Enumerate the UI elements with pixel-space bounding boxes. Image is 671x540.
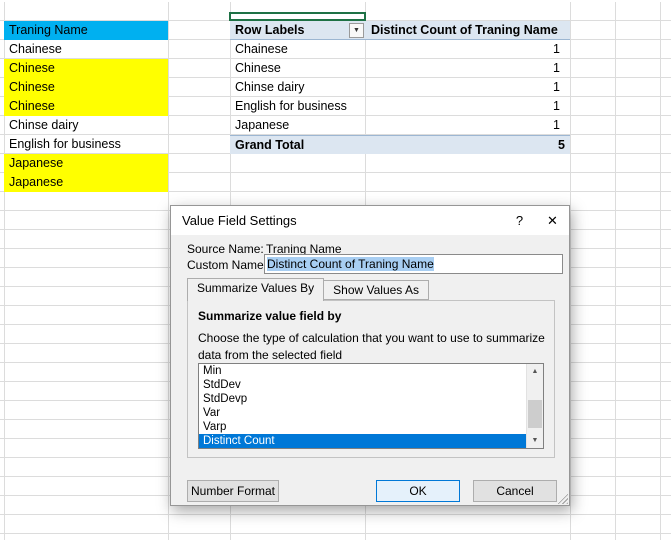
filter-dropdown-button[interactable]: ▼ [349, 23, 364, 38]
pivot-row-label[interactable]: Chinese [230, 59, 365, 78]
source-name-label: Source Name: [187, 242, 264, 256]
pivot-values-header[interactable]: Distinct Count of Traning Name [366, 21, 570, 40]
source-cell[interactable]: Chainese [4, 40, 168, 59]
source-cell[interactable]: Chinese [4, 59, 168, 78]
dialog-titlebar[interactable]: Value Field Settings ? ✕ [171, 206, 569, 235]
custom-name-input[interactable]: Distinct Count of Traning Name [264, 254, 563, 274]
scroll-down-icon[interactable]: ▼ [527, 433, 543, 448]
help-icon[interactable]: ? [503, 206, 536, 235]
listbox-scrollbar[interactable]: ▲ ▼ [526, 364, 543, 448]
source-cell[interactable]: Chinese [4, 97, 168, 116]
source-cell[interactable]: Japanese [4, 154, 168, 173]
summarize-heading: Summarize value field by [198, 309, 341, 323]
source-cell[interactable]: Japanese [4, 173, 168, 192]
scroll-up-icon[interactable]: ▲ [527, 364, 543, 379]
chevron-down-icon: ▼ [353, 27, 360, 34]
custom-name-value: Distinct Count of Traning Name [267, 257, 434, 271]
custom-name-label: Custom Name: [187, 258, 267, 272]
pivot-row-label[interactable]: Chainese [230, 40, 365, 59]
source-cell[interactable]: Chinese [4, 78, 168, 97]
pivot-value-cell[interactable]: 1 [366, 97, 565, 116]
ok-button[interactable]: OK [376, 480, 460, 502]
pivot-value-cell[interactable]: 1 [366, 59, 565, 78]
cancel-button[interactable]: Cancel [473, 480, 557, 502]
pivot-row-label[interactable]: Chinse dairy [230, 78, 365, 97]
row-labels-text: Row Labels [235, 23, 304, 37]
tab-show-values-as[interactable]: Show Values As [324, 280, 429, 300]
excel-worksheet: Traning Name Chainese Chinese Chinese Ch… [0, 0, 671, 540]
grand-total-value-cell[interactable]: 5 [366, 135, 570, 154]
scrollbar-thumb[interactable] [528, 400, 542, 428]
source-header-cell[interactable]: Traning Name [4, 21, 168, 40]
close-icon[interactable]: ✕ [536, 206, 569, 235]
description-line2: data from the selected field [198, 348, 342, 362]
list-item-var[interactable]: Var [199, 406, 527, 420]
calculation-listbox[interactable]: Min StdDev StdDevp Var Varp Distinct Cou… [198, 363, 544, 449]
source-cell[interactable]: English for business [4, 135, 168, 154]
pivot-value-cell[interactable]: 1 [366, 40, 565, 59]
pivot-row-label[interactable]: English for business [230, 97, 365, 116]
list-item-min[interactable]: Min [199, 364, 527, 378]
pivot-row-label[interactable]: Japanese [230, 116, 365, 135]
pivot-value-cell[interactable]: 1 [366, 116, 565, 135]
tab-summarize-values-by[interactable]: Summarize Values By [187, 278, 324, 301]
value-field-settings-dialog: Value Field Settings ? ✕ Source Name: Tr… [170, 205, 570, 506]
pivot-row-labels-header[interactable]: Row Labels ▼ [230, 21, 366, 40]
list-item-varp[interactable]: Varp [199, 420, 527, 434]
description-line1: Choose the type of calculation that you … [198, 331, 545, 345]
number-format-button[interactable]: Number Format [187, 480, 279, 502]
grand-total-label-cell[interactable]: Grand Total [230, 135, 366, 154]
list-item-stddevp[interactable]: StdDevp [199, 392, 527, 406]
list-item-distinct-count[interactable]: Distinct Count [199, 434, 527, 448]
active-cell-selection [229, 12, 366, 21]
dialog-tabs: Summarize Values By Show Values As [187, 278, 429, 301]
source-cell[interactable]: Chinse dairy [4, 116, 168, 135]
list-item-stddev[interactable]: StdDev [199, 378, 527, 392]
summarize-tab-page: Summarize value field by Choose the type… [187, 300, 555, 458]
pivot-value-cell[interactable]: 1 [366, 78, 565, 97]
dialog-title: Value Field Settings [171, 206, 503, 235]
